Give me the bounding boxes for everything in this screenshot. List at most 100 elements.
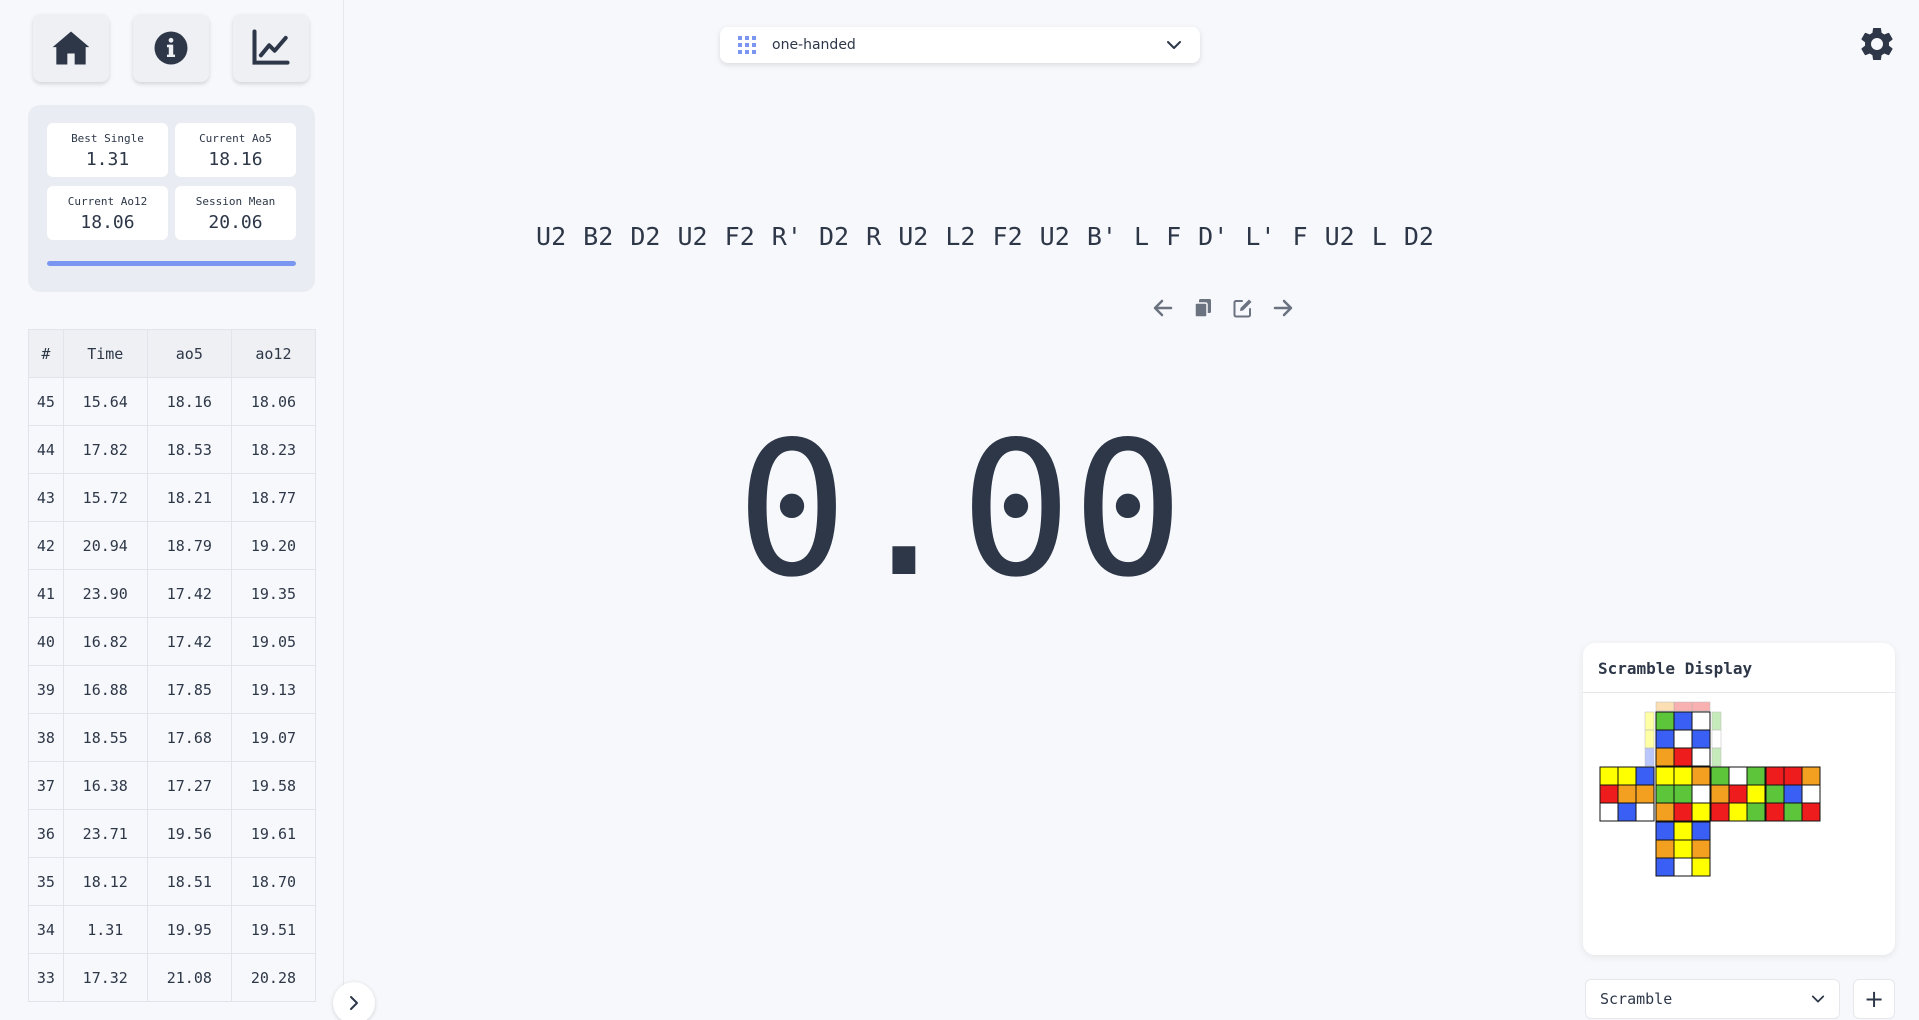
session-select[interactable]: one-handed — [720, 27, 1200, 63]
timer-display[interactable]: 0.00 — [700, 400, 1220, 620]
table-cell: 18.06 — [230, 377, 317, 426]
table-row[interactable]: 42 20.94 18.79 19.20 — [28, 521, 317, 570]
tool-select[interactable]: Scramble — [1585, 979, 1840, 1019]
copy-scramble-button[interactable] — [1192, 297, 1214, 319]
info-button[interactable] — [133, 14, 209, 82]
table-cell: 35 — [28, 857, 64, 906]
table-row[interactable]: 41 23.90 17.42 19.35 — [28, 569, 317, 618]
table-cell: 17.27 — [146, 761, 232, 810]
table-cell: 18.16 — [146, 377, 232, 426]
table-row[interactable]: 34 1.31 19.95 19.51 — [28, 905, 317, 954]
session-progress-bar — [47, 261, 296, 266]
table-cell: 23.71 — [62, 809, 148, 858]
table-row[interactable]: 45 15.64 18.16 18.06 — [28, 377, 317, 426]
scramble-text: U2 B2 D2 U2 F2 R' D2 R U2 L2 F2 U2 B' L … — [536, 222, 1434, 251]
table-cell: 20.28 — [230, 953, 317, 1002]
side-hint — [1644, 729, 1655, 749]
table-cell: 44 — [28, 425, 64, 474]
edit-scramble-button[interactable] — [1232, 297, 1254, 319]
side-hint — [1711, 747, 1722, 767]
sticker-d — [1691, 821, 1711, 841]
previous-scramble-button[interactable] — [1152, 297, 1174, 319]
home-icon — [52, 31, 90, 65]
next-scramble-button[interactable] — [1272, 297, 1294, 319]
table-row[interactable]: 39 16.88 17.85 19.13 — [28, 665, 317, 714]
sticker-l — [1617, 766, 1637, 786]
sticker-u — [1691, 711, 1711, 731]
sticker-r — [1710, 784, 1730, 804]
sticker-r — [1746, 802, 1766, 822]
table-cell: 21.08 — [146, 953, 232, 1002]
table-cell: 36 — [28, 809, 64, 858]
table-row[interactable]: 38 18.55 17.68 19.07 — [28, 713, 317, 762]
table-row[interactable]: 36 23.71 19.56 19.61 — [28, 809, 317, 858]
sticker-r — [1728, 766, 1748, 786]
table-cell: 40 — [28, 617, 64, 666]
table-cell: 17.82 — [62, 425, 148, 474]
scramble-display-card: Scramble Display — [1583, 643, 1895, 955]
table-cell: 45 — [28, 377, 64, 426]
table-cell: 17.85 — [146, 665, 232, 714]
arrow-right-icon — [1273, 299, 1293, 317]
side-hint — [1673, 701, 1693, 712]
tool-select-value: Scramble — [1600, 990, 1673, 1008]
edit-icon — [1233, 299, 1252, 318]
table-row[interactable]: 35 18.12 18.51 18.70 — [28, 857, 317, 906]
table-row[interactable]: 37 16.38 17.27 19.58 — [28, 761, 317, 810]
expand-sidebar-button[interactable] — [333, 982, 375, 1020]
table-cell: 19.07 — [230, 713, 317, 762]
table-cell: 19.20 — [230, 521, 317, 570]
stats-button[interactable] — [233, 14, 309, 82]
sticker-d — [1673, 857, 1693, 877]
side-hint — [1691, 701, 1711, 712]
column-header[interactable]: ao5 — [146, 329, 232, 378]
table-row[interactable]: 43 15.72 18.21 18.77 — [28, 473, 317, 522]
column-header[interactable]: # — [28, 329, 64, 378]
sticker-b — [1783, 784, 1803, 804]
table-cell: 20.94 — [62, 521, 148, 570]
table-cell: 19.35 — [230, 569, 317, 618]
sticker-l — [1635, 802, 1655, 822]
table-cell: 19.05 — [230, 617, 317, 666]
table-cell: 19.51 — [230, 905, 317, 954]
arrow-left-icon — [1153, 299, 1173, 317]
table-cell: 18.51 — [146, 857, 232, 906]
table-cell: 16.38 — [62, 761, 148, 810]
sticker-u — [1673, 711, 1693, 731]
scramble-actions — [1152, 297, 1294, 319]
stat-label: Session Mean — [195, 195, 276, 208]
sticker-b — [1801, 802, 1821, 822]
table-cell: 33 — [28, 953, 64, 1002]
sidebar: Best Single 1.31 Current Ao5 18.16 Curre… — [0, 0, 344, 1020]
sticker-d — [1691, 839, 1711, 859]
table-row[interactable]: 40 16.82 17.42 19.05 — [28, 617, 317, 666]
sticker-b — [1765, 784, 1785, 804]
add-tool-button[interactable]: + — [1853, 979, 1895, 1019]
stats-card: Best Single 1.31 Current Ao5 18.16 Curre… — [28, 105, 315, 292]
sticker-b — [1765, 802, 1785, 822]
table-cell: 18.12 — [62, 857, 148, 906]
sticker-d — [1691, 857, 1711, 877]
sticker-d — [1655, 839, 1675, 859]
column-header[interactable]: ao12 — [230, 329, 317, 378]
sticker-f — [1655, 802, 1675, 822]
column-header[interactable]: Time — [62, 329, 148, 378]
table-row[interactable]: 44 17.82 18.53 18.23 — [28, 425, 317, 474]
sticker-d — [1655, 857, 1675, 877]
table-cell: 23.90 — [62, 569, 148, 618]
home-button[interactable] — [33, 14, 109, 82]
table-cell: 17.32 — [62, 953, 148, 1002]
table-cell: 18.77 — [230, 473, 317, 522]
table-cell: 17.42 — [146, 569, 232, 618]
sticker-l — [1617, 802, 1637, 822]
sticker-r — [1728, 802, 1748, 822]
copy-icon — [1194, 299, 1211, 318]
table-row[interactable]: 33 17.32 21.08 20.28 — [28, 953, 317, 1002]
grid-icon — [738, 36, 756, 54]
settings-button[interactable] — [1857, 24, 1897, 64]
stat-label: Current Ao5 — [199, 132, 272, 145]
sticker-r — [1728, 784, 1748, 804]
info-icon — [154, 31, 188, 65]
table-cell: 38 — [28, 713, 64, 762]
cube-net-diagram — [1599, 701, 1821, 877]
